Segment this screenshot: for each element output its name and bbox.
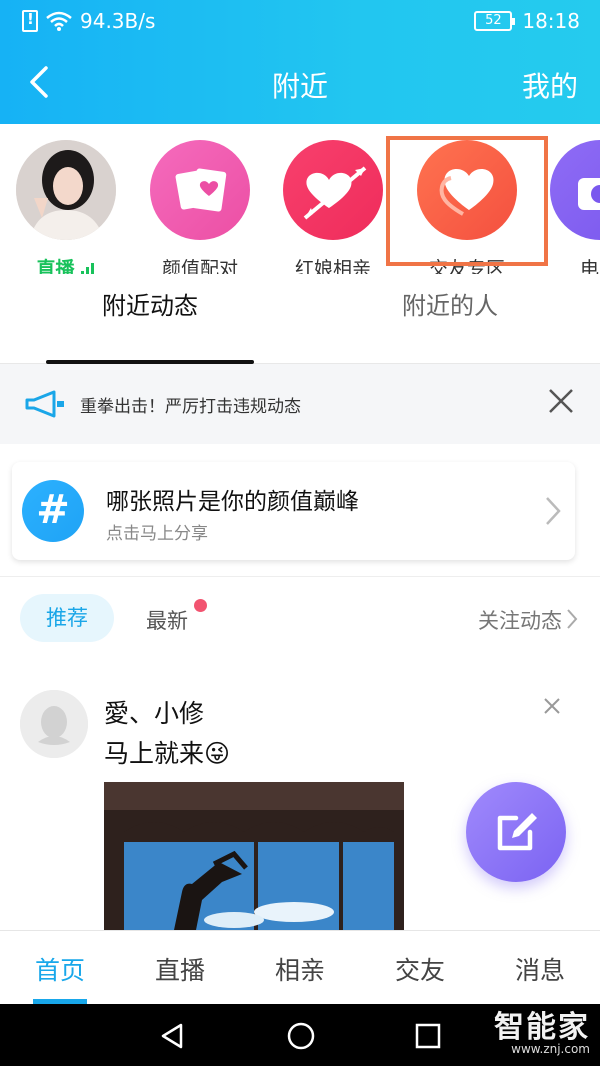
bottom-nav-dating[interactable]: 相亲 [240,951,360,987]
bottom-nav-messages[interactable]: 消息 [480,951,600,987]
mine-button[interactable]: 我的 [522,65,578,105]
camera-icon [550,140,600,240]
status-bar: 94.3B/s 52 18:18 [0,0,600,44]
highlight-box [386,136,548,266]
avatar[interactable] [20,690,88,758]
shortcut-partial[interactable]: 电 [540,140,600,274]
wifi-icon [46,11,72,31]
filter-bar: 推荐 最新 关注动态 [0,594,600,644]
compose-button[interactable] [466,782,566,882]
shortcut-label: 颜值配对 [161,258,238,274]
chevron-right-icon [567,609,578,629]
page-title: 附近 [271,70,328,103]
nav-bar: 附近 我的 [0,54,600,110]
cards-heart-icon [150,140,250,240]
notice-text: 重拳出击！严厉打击违规动态 [80,397,301,417]
filter-recommended[interactable]: 推荐 [20,594,114,642]
back-triangle-icon[interactable] [158,1022,186,1050]
follow-feed-link[interactable]: 关注动态 [478,605,562,635]
notice-banner[interactable]: 重拳出击！严厉打击违规动态 [0,364,600,444]
shortcut-face-match[interactable]: 颜值配对 [140,140,260,274]
watermark: 智能家 www.znj.com [494,1002,590,1056]
shortcut-matchmaker[interactable]: 红娘相亲 [273,140,393,274]
shortcut-label: 直播 [36,258,75,274]
edit-icon [497,813,537,851]
topic-card[interactable]: # 哪张照片是你的颜值巅峰 点击马上分享 [12,462,575,560]
chevron-right-icon [546,497,561,525]
header: 94.3B/s 52 18:18 附近 我的 [0,0,600,124]
new-badge-dot [194,599,207,612]
topic-title: 哪张照片是你的颜值巅峰 [106,489,359,515]
sim-alert-icon [22,10,38,32]
network-speed: 94.3B/s [80,9,156,33]
bottom-nav: 首页 直播 相亲 交友 消息 [0,930,600,1004]
close-icon[interactable] [542,696,562,716]
tab-bar: 附近动态 附近的人 [0,274,600,364]
post-content: 马上就来😜 [104,739,231,768]
divider [0,576,600,577]
megaphone-icon [25,390,64,418]
tab-nearby-posts[interactable]: 附近动态 [0,286,300,321]
battery-icon: 52 [474,11,516,31]
post-username[interactable]: 愛、小修 [104,694,204,730]
recent-apps-icon[interactable] [414,1022,442,1050]
home-circle-icon[interactable] [286,1021,316,1051]
topic-subtitle: 点击马上分享 [106,524,208,544]
watermark-brand: 智能家 [494,1010,590,1045]
hashtag-icon: # [22,480,84,542]
shortcut-live[interactable]: 直播 [6,140,126,274]
bottom-nav-live[interactable]: 直播 [120,951,240,987]
cupid-heart-icon [283,140,383,240]
filter-latest[interactable]: 最新 [146,605,188,635]
tab-nearby-people[interactable]: 附近的人 [300,286,600,321]
bottom-nav-friends[interactable]: 交友 [360,951,480,987]
live-bars-icon [80,260,96,274]
shortcut-label: 电 [580,258,600,274]
post-photo[interactable] [104,782,404,930]
shortcut-label: 红娘相亲 [294,258,371,274]
bottom-nav-home[interactable]: 首页 [0,951,120,987]
status-time: 18:18 [522,9,580,33]
close-icon[interactable] [546,386,576,416]
live-avatar [16,140,116,240]
